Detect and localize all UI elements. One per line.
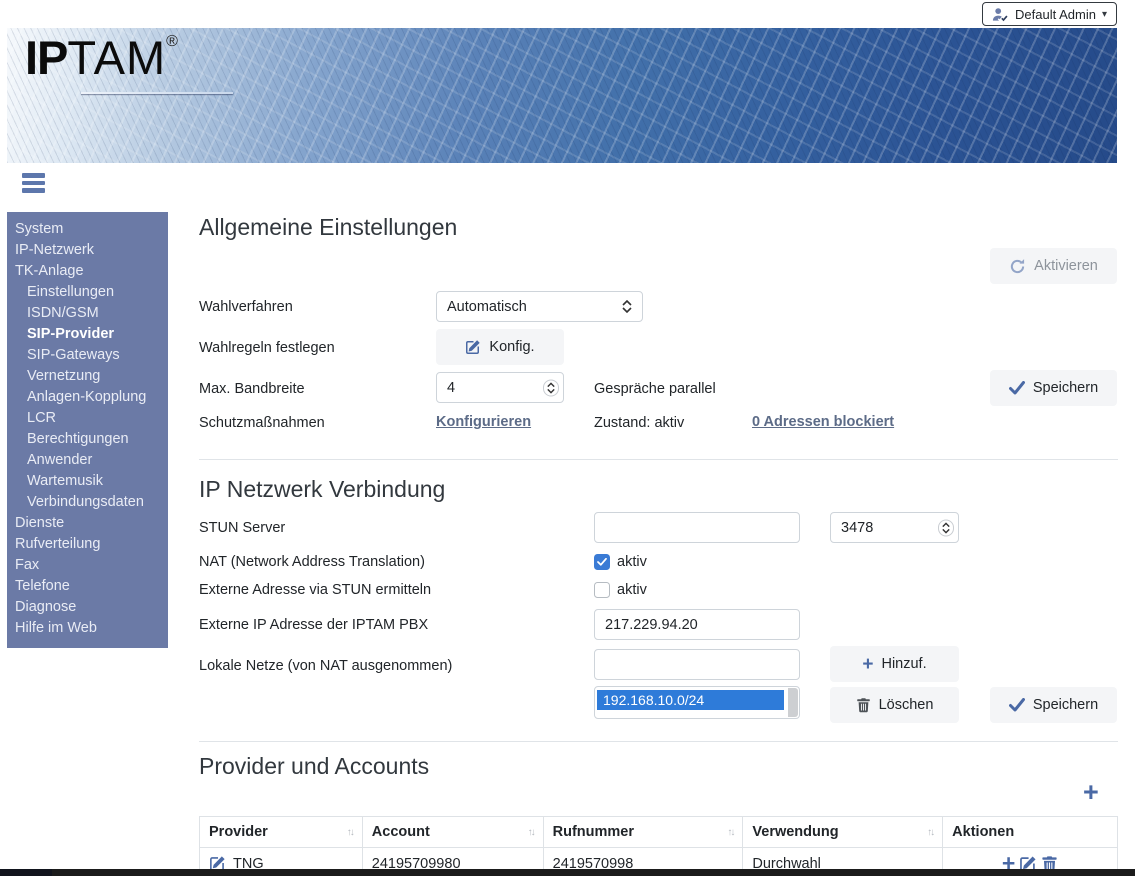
- stun-server-label: STUN Server: [199, 520, 285, 536]
- registered-mark: ®: [166, 33, 179, 50]
- network-section-title: IP Netzwerk Verbindung: [199, 476, 445, 503]
- col-header-provider[interactable]: Provider↑↓: [200, 817, 363, 848]
- sort-icon[interactable]: ↑↓: [347, 827, 353, 838]
- nat-checkbox[interactable]: [594, 554, 610, 570]
- network-save-button[interactable]: Speichern: [990, 687, 1117, 723]
- trash-icon: [856, 697, 871, 713]
- bandwidth-stepper[interactable]: [436, 372, 564, 403]
- caret-down-icon: ▾: [1102, 9, 1107, 20]
- check-icon: [1009, 698, 1025, 712]
- sidebar-item-diagnose[interactable]: Diagnose: [7, 597, 168, 618]
- protection-state-label: Zustand: aktiv: [594, 415, 684, 431]
- sidebar-item-berechtigungen[interactable]: Berechtigungen: [7, 429, 168, 450]
- col-header-verwendung[interactable]: Verwendung↑↓: [743, 817, 943, 848]
- page: Default Admin ▾ IPTAM® System IP-Netzwer…: [0, 0, 1135, 876]
- sidebar-item-anlagen-kopplung[interactable]: Anlagen-Kopplung: [7, 387, 168, 408]
- check-icon: [1009, 381, 1025, 395]
- general-settings-title: Allgemeine Einstellungen: [199, 214, 457, 241]
- sidebar-item-system[interactable]: System: [7, 219, 168, 240]
- sidebar-item-einstellungen[interactable]: Einstellungen: [7, 282, 168, 303]
- listbox-scrollbar[interactable]: [788, 688, 798, 717]
- col-header-rufnummer[interactable]: Rufnummer↑↓: [543, 817, 743, 848]
- header-banner: IPTAM®: [7, 28, 1117, 163]
- local-nets-listbox[interactable]: 192.168.10.0/24: [594, 686, 800, 719]
- refresh-icon: [1009, 258, 1026, 275]
- plus-icon: +: [862, 655, 873, 674]
- local-nets-add-button[interactable]: + Hinzuf.: [830, 646, 959, 682]
- stun-external-label: Externe Adresse via STUN ermitteln: [199, 582, 431, 598]
- select-chevrons-icon: [622, 300, 632, 313]
- sidebar-item-verbindungsdaten[interactable]: Verbindungsdaten: [7, 492, 168, 513]
- stepper-arrows-icon[interactable]: [543, 379, 559, 396]
- sidebar-item-sip-provider[interactable]: SIP-Provider: [7, 324, 168, 345]
- user-check-icon: [992, 7, 1009, 22]
- dial-method-select[interactable]: Automatisch: [436, 291, 643, 322]
- sort-icon[interactable]: ↑↓: [927, 827, 933, 838]
- sidebar-item-fax[interactable]: Fax: [7, 555, 168, 576]
- dial-method-label: Wahlverfahren: [199, 299, 293, 315]
- bandwidth-label: Max. Bandbreite: [199, 381, 305, 397]
- sidebar-item-ip-netzwerk[interactable]: IP-Netzwerk: [7, 240, 168, 261]
- bandwidth-suffix-label: Gespräche parallel: [594, 381, 716, 397]
- sidebar-item-vernetzung[interactable]: Vernetzung: [7, 366, 168, 387]
- sidebar-item-dienste[interactable]: Dienste: [7, 513, 168, 534]
- col-header-account[interactable]: Account↑↓: [362, 817, 543, 848]
- main-content: Allgemeine Einstellungen Aktivieren Wahl…: [199, 212, 1118, 876]
- user-menu-button[interactable]: Default Admin ▾: [982, 2, 1117, 26]
- menu-toggle-icon[interactable]: [22, 173, 45, 196]
- blocked-addresses-link[interactable]: 0 Adressen blockiert: [752, 414, 894, 430]
- sidebar-item-lcr[interactable]: LCR: [7, 408, 168, 429]
- stun-port-stepper[interactable]: [830, 512, 959, 543]
- section-divider: [199, 741, 1118, 742]
- section-divider: [199, 459, 1118, 460]
- nat-checkbox-label: aktiv: [617, 554, 647, 570]
- logo-underline: [81, 92, 233, 94]
- sidebar-item-anwender[interactable]: Anwender: [7, 450, 168, 471]
- providers-section-title: Provider und Accounts: [199, 753, 429, 780]
- sidebar-item-wartemusik[interactable]: Wartemusik: [7, 471, 168, 492]
- stun-server-input[interactable]: [594, 512, 800, 543]
- sidebar: System IP-Netzwerk TK-Anlage Einstellung…: [7, 212, 168, 648]
- external-ip-input[interactable]: [594, 609, 800, 640]
- dial-rules-config-button[interactable]: Konfig.: [436, 329, 564, 365]
- sidebar-item-tk-anlage[interactable]: TK-Anlage: [7, 261, 168, 282]
- protection-configure-link[interactable]: Konfigurieren: [436, 414, 531, 430]
- sidebar-item-sip-gateways[interactable]: SIP-Gateways: [7, 345, 168, 366]
- activate-button[interactable]: Aktivieren: [990, 248, 1117, 284]
- sidebar-item-telefone[interactable]: Telefone: [7, 576, 168, 597]
- stun-external-checkbox[interactable]: [594, 582, 610, 598]
- sidebar-item-rufverteilung[interactable]: Rufverteilung: [7, 534, 168, 555]
- external-ip-label: Externe IP Adresse der IPTAM PBX: [199, 617, 428, 633]
- dial-rules-label: Wahlregeln festlegen: [199, 340, 335, 356]
- providers-header-row: Provider↑↓ Account↑↓ Rufnummer↑↓ Verwend…: [200, 817, 1118, 848]
- local-nets-label: Lokale Netze (von NAT ausgenommen): [199, 658, 452, 674]
- user-menu-label: Default Admin: [1015, 7, 1096, 22]
- col-header-aktionen: Aktionen: [943, 817, 1118, 848]
- providers-table: Provider↑↓ Account↑↓ Rufnummer↑↓ Verwend…: [199, 816, 1118, 876]
- local-net-entry-selected[interactable]: 192.168.10.0/24: [597, 690, 784, 710]
- bottom-edge-bar: [0, 869, 1135, 876]
- local-nets-delete-button[interactable]: Löschen: [830, 687, 959, 723]
- general-save-button[interactable]: Speichern: [990, 370, 1117, 406]
- pencil-square-icon: [465, 339, 481, 355]
- add-provider-icon[interactable]: +: [1083, 779, 1099, 806]
- sort-icon[interactable]: ↑↓: [528, 827, 534, 838]
- local-nets-input[interactable]: [594, 649, 800, 680]
- protection-label: Schutzmaßnahmen: [199, 415, 325, 431]
- nat-label: NAT (Network Address Translation): [199, 554, 425, 570]
- stun-external-checkbox-label: aktiv: [617, 582, 647, 598]
- iptam-logo: IPTAM®: [25, 34, 179, 81]
- sort-icon[interactable]: ↑↓: [727, 827, 733, 838]
- sidebar-item-hilfe-im-web[interactable]: Hilfe im Web: [7, 618, 168, 639]
- sidebar-item-isdn-gsm[interactable]: ISDN/GSM: [7, 303, 168, 324]
- stepper-arrows-icon[interactable]: [938, 519, 954, 536]
